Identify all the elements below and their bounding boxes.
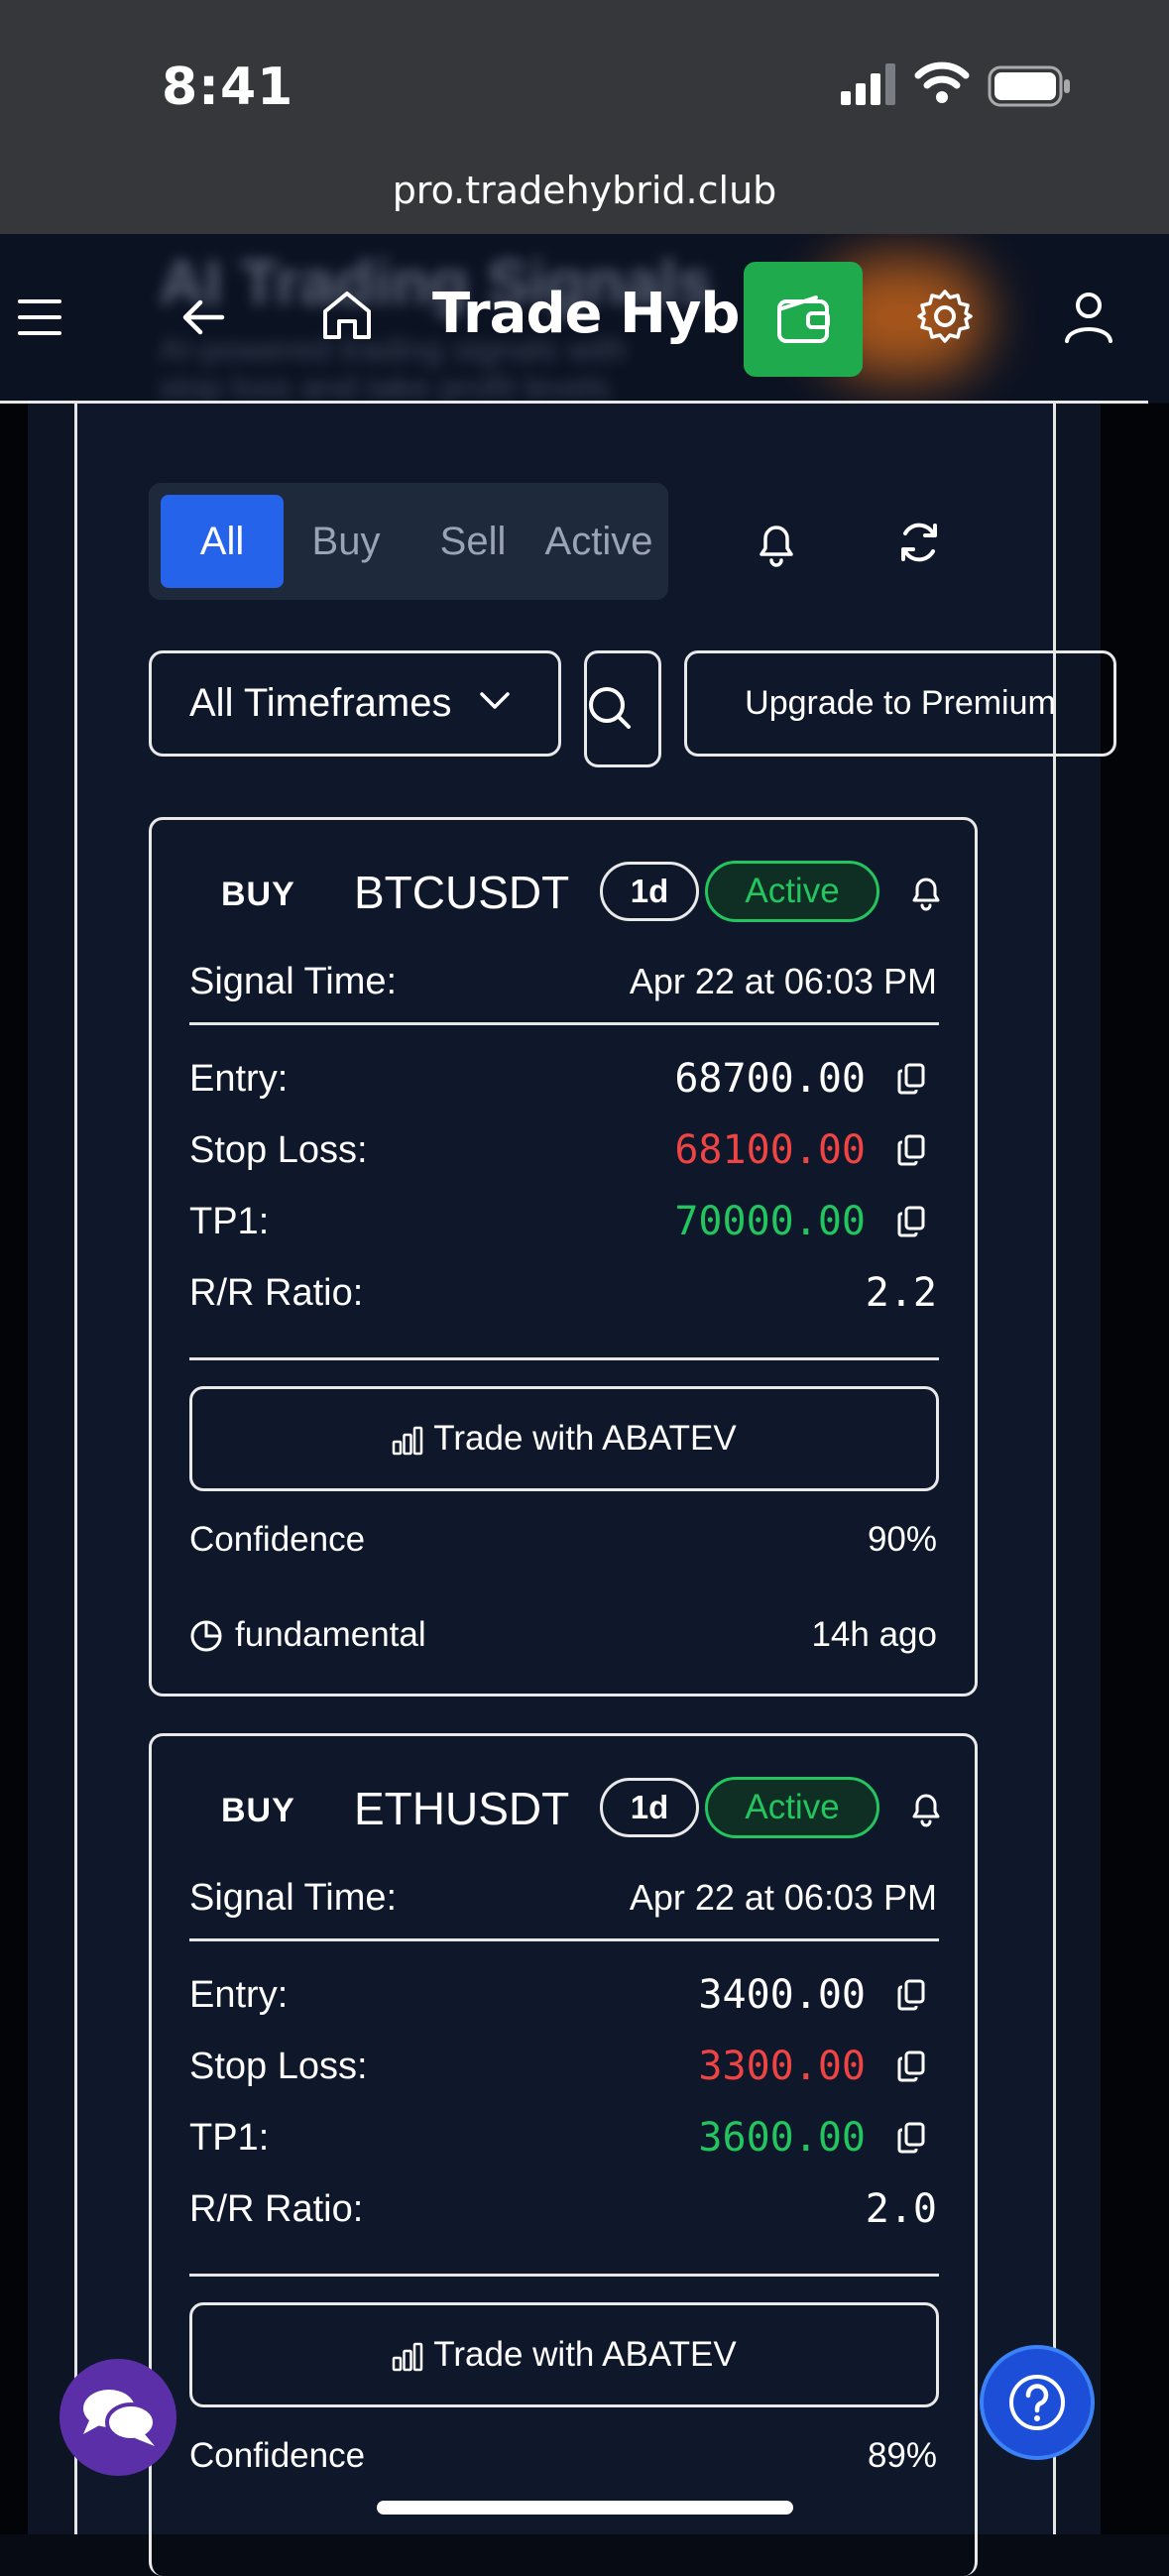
wallet-icon	[777, 295, 830, 343]
search-button[interactable]	[584, 650, 661, 767]
wifi-icon	[914, 61, 970, 103]
entry-label: Entry:	[189, 1058, 289, 1100]
timeframe-badge: 1d	[600, 862, 699, 921]
back-arrow-icon[interactable]	[180, 294, 226, 340]
wallet-button[interactable]	[744, 262, 863, 377]
bar-chart-icon	[393, 1426, 423, 1455]
status-badge: Active	[705, 861, 879, 922]
gear-icon[interactable]	[916, 288, 974, 345]
signal-time-label: Signal Time:	[189, 961, 398, 1002]
chat-button[interactable]	[59, 2359, 176, 2476]
trade-with-abatev-button[interactable]: Trade with ABATEV	[189, 1386, 939, 1491]
bar-chart-icon	[393, 2342, 423, 2371]
stop-loss-label: Stop Loss:	[189, 1129, 368, 1171]
signal-card: BUY BTCUSDT 1d Active Signal Time: Apr 2…	[149, 817, 978, 1697]
entry-label: Entry:	[189, 1974, 289, 2016]
search-icon	[589, 687, 631, 729]
stop-loss-value: 68100.00	[674, 1127, 866, 1173]
divider	[189, 1022, 939, 1025]
copy-icon[interactable]	[896, 2121, 926, 2155]
trade-button-label: Trade with ABATEV	[433, 2335, 737, 2374]
user-icon[interactable]	[1061, 290, 1116, 345]
stop-loss-label: Stop Loss:	[189, 2046, 368, 2087]
entry-value: 3400.00	[698, 1972, 866, 2018]
rr-ratio-label: R/R Ratio:	[189, 1272, 364, 1314]
trade-button-label: Trade with ABATEV	[433, 1419, 737, 1458]
bell-icon[interactable]	[909, 1790, 943, 1827]
help-button[interactable]	[980, 2345, 1095, 2460]
trade-with-abatev-button[interactable]: Trade with ABATEV	[189, 2302, 939, 2407]
rr-ratio-value: 2.0	[865, 2186, 937, 2232]
upgrade-premium-button[interactable]: Upgrade to Premium	[684, 650, 1116, 757]
signal-filter-tabs: All Buy Sell Active	[149, 483, 668, 600]
tp1-value: 70000.00	[674, 1199, 866, 1244]
pie-icon	[190, 1620, 222, 1652]
timeframe-select[interactable]: All Timeframes	[149, 650, 561, 757]
cellular-signal-icon	[841, 63, 895, 105]
timeframe-value: All Timeframes	[189, 681, 452, 725]
home-icon[interactable]	[319, 288, 375, 343]
confidence-label: Confidence	[189, 2436, 366, 2475]
signal-time: Apr 22 at 06:03 PM	[629, 961, 937, 1001]
signal-side: BUY	[221, 876, 295, 913]
tab-buy[interactable]: Buy	[288, 495, 405, 588]
help-icon	[1009, 2375, 1065, 2430]
copy-icon[interactable]	[896, 1978, 926, 2012]
banner-line-2: stop loss and take profit levels	[159, 369, 611, 403]
status-badge: Active	[705, 1777, 879, 1838]
tab-sell[interactable]: Sell	[414, 495, 531, 588]
battery-icon	[988, 65, 1070, 107]
signal-symbol: BTCUSDT	[354, 867, 570, 918]
tab-all[interactable]: All	[161, 495, 284, 588]
divider	[189, 1938, 939, 1941]
home-indicator	[377, 2501, 793, 2515]
refresh-icon[interactable]	[894, 518, 944, 567]
rr-ratio-value: 2.2	[865, 1270, 937, 1316]
confidence-label: Confidence	[189, 1520, 366, 1559]
bell-icon[interactable]	[754, 519, 799, 568]
bell-icon[interactable]	[909, 874, 943, 911]
signal-age: 14h ago	[811, 1615, 937, 1654]
divider	[189, 1357, 939, 1360]
tp1-label: TP1:	[189, 2117, 270, 2159]
signal-side: BUY	[221, 1792, 295, 1829]
tp1-label: TP1:	[189, 1201, 270, 1242]
confidence-value: 90%	[867, 1520, 937, 1559]
address-bar-url[interactable]: pro.tradehybrid.club	[0, 169, 1169, 212]
menu-icon[interactable]	[16, 295, 63, 339]
left-edge	[0, 404, 28, 2534]
copy-icon[interactable]	[896, 2049, 926, 2083]
status-time: 8:41	[162, 58, 294, 117]
stop-loss-value: 3300.00	[698, 2044, 866, 2089]
entry-value: 68700.00	[674, 1056, 866, 1102]
chat-icon	[83, 2390, 157, 2446]
copy-icon[interactable]	[896, 1205, 926, 1238]
confidence-value: 89%	[867, 2436, 937, 2475]
copy-icon[interactable]	[896, 1133, 926, 1167]
tp1-value: 3600.00	[698, 2115, 866, 2161]
signal-time-label: Signal Time:	[189, 1877, 398, 1919]
divider	[189, 2274, 939, 2277]
copy-icon[interactable]	[896, 1062, 926, 1096]
signal-source: fundamental	[235, 1615, 426, 1654]
signal-time: Apr 22 at 06:03 PM	[629, 1877, 937, 1918]
timeframe-badge: 1d	[600, 1778, 699, 1837]
rr-ratio-label: R/R Ratio:	[189, 2188, 364, 2230]
tab-active[interactable]: Active	[529, 495, 668, 588]
chevron-down-icon	[480, 692, 510, 709]
signal-card: BUY ETHUSDT 1d Active Signal Time: Apr 2…	[149, 1733, 978, 2576]
signal-symbol: ETHUSDT	[354, 1783, 570, 1834]
